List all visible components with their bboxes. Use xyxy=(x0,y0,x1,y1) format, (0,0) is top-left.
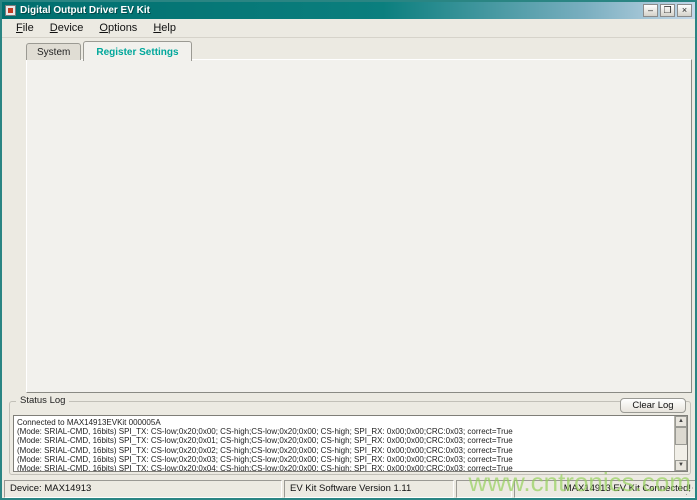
log-line: (Mode: SRIAL-CMD, 16bits) SPI_TX: CS-low… xyxy=(17,427,671,436)
log-line: (Mode: SRIAL-CMD, 16bits) SPI_TX: CS-low… xyxy=(17,464,671,472)
clear-log-button[interactable]: Clear Log xyxy=(620,398,686,413)
menu-device[interactable]: Device xyxy=(42,20,92,36)
menu-bar: File Device Options Help xyxy=(2,19,695,38)
status-log-area[interactable]: Connected to MAX14913EVKit 000005A(Mode:… xyxy=(13,415,688,472)
status-bar: Device: MAX14913 EV Kit Software Version… xyxy=(4,480,697,498)
log-line: (Mode: SRIAL-CMD, 16bits) SPI_TX: CS-low… xyxy=(17,446,671,455)
menu-options[interactable]: Options xyxy=(91,20,145,36)
status-device: Device: MAX14913 xyxy=(4,480,282,498)
title-bar: Digital Output Driver EV Kit – ❒ × xyxy=(2,2,695,19)
log-scrollbar[interactable]: ▲ ▼ xyxy=(674,416,687,471)
register-settings-page xyxy=(26,59,692,393)
log-line: (Mode: SRIAL-CMD, 16bits) SPI_TX: CS-low… xyxy=(17,455,671,464)
scroll-down-icon[interactable]: ▼ xyxy=(675,460,687,471)
tab-system[interactable]: System xyxy=(26,43,81,60)
window-title: Digital Output Driver EV Kit xyxy=(20,5,641,16)
status-connection: MAX14913 EV Kit Connected! xyxy=(514,480,697,498)
status-spacer xyxy=(456,480,512,498)
scroll-up-icon[interactable]: ▲ xyxy=(675,416,687,427)
menu-help[interactable]: Help xyxy=(145,20,184,36)
minimize-icon[interactable]: – xyxy=(643,4,658,17)
scroll-thumb[interactable] xyxy=(675,427,687,445)
app-window: Digital Output Driver EV Kit – ❒ × File … xyxy=(0,0,697,500)
log-line: (Mode: SRIAL-CMD, 16bits) SPI_TX: CS-low… xyxy=(17,436,671,445)
status-log-title: Status Log xyxy=(16,395,69,406)
close-icon[interactable]: × xyxy=(677,4,692,17)
status-version: EV Kit Software Version 1.11 xyxy=(284,480,454,498)
tab-strip: System Register Settings xyxy=(26,42,194,60)
log-line: Connected to MAX14913EVKit 000005A xyxy=(17,418,671,427)
menu-file[interactable]: File xyxy=(8,20,42,36)
resize-grip[interactable]: ⋰ xyxy=(685,486,694,497)
maximize-icon[interactable]: ❒ xyxy=(660,4,675,17)
tab-register-settings[interactable]: Register Settings xyxy=(83,41,191,61)
app-icon xyxy=(5,5,16,16)
